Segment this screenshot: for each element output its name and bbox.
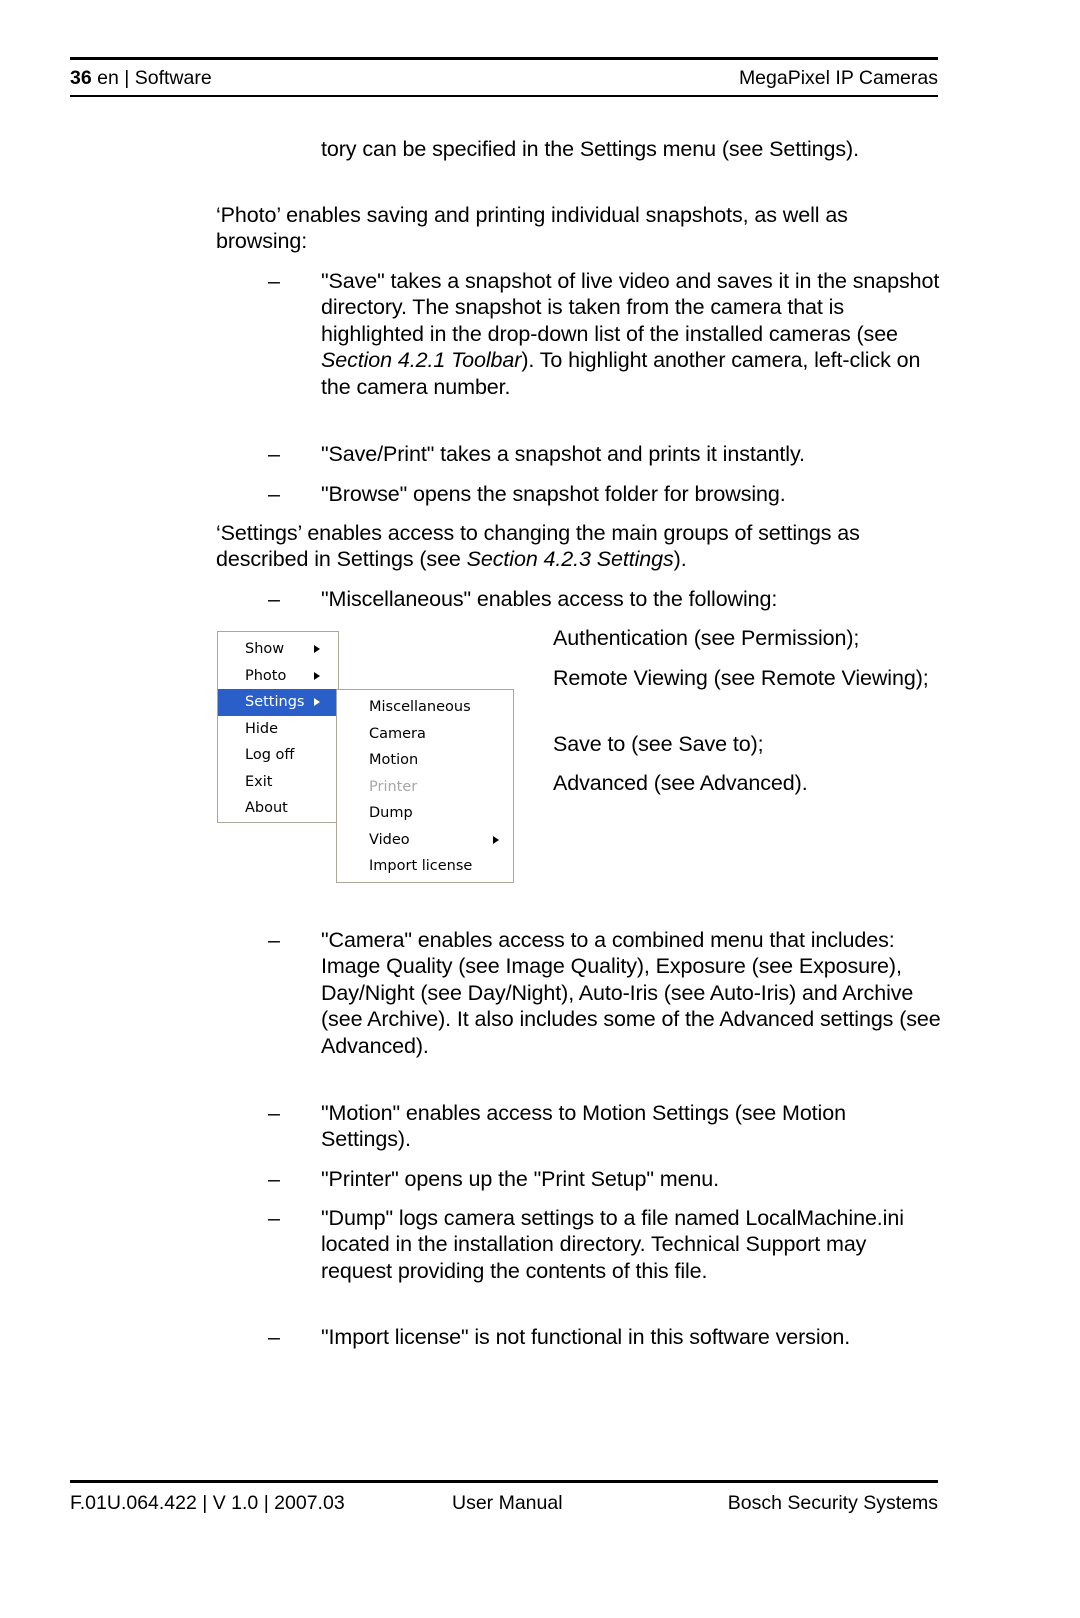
footer-document-id: F.01U.064.422 | V 1.0 | 2007.03 xyxy=(70,1492,345,1514)
text-run: "Save" takes a snapshot of live video an… xyxy=(321,269,940,346)
menu-item-label: Show xyxy=(245,641,285,657)
sublist-save-to: Save to (see Save to); xyxy=(553,732,764,756)
submenu-item-import-license[interactable]: Import license xyxy=(337,853,513,880)
page-number: 36 xyxy=(70,67,92,89)
header-section-label: en | Software xyxy=(91,67,212,89)
list-item-miscellaneous: – "Miscellaneous" enables access to the … xyxy=(268,586,941,612)
menu-item-label: Camera xyxy=(369,725,426,742)
list-item-save-print: – "Save/Print" takes a snapshot and prin… xyxy=(268,441,941,467)
menu-item-label: Printer xyxy=(369,778,418,795)
list-item-text: "Motion" enables access to Motion Settin… xyxy=(321,1101,846,1152)
menu-item-label: Miscellaneous xyxy=(369,699,471,715)
menu-item-label: About xyxy=(245,800,288,816)
document-page: 36 en | Software MegaPixel IP Cameras to… xyxy=(0,0,1080,1618)
menu-item-label: Photo xyxy=(245,667,287,684)
list-dash: – xyxy=(268,587,280,611)
list-dash: – xyxy=(268,1101,280,1125)
list-item-motion: – "Motion" enables access to Motion Sett… xyxy=(268,1100,941,1153)
settings-submenu[interactable]: Miscellaneous Camera Motion Printer Dump… xyxy=(336,689,514,883)
page-header: 36 en | Software MegaPixel IP Cameras xyxy=(70,63,938,93)
submenu-arrow-icon xyxy=(314,645,320,654)
submenu-item-motion[interactable]: Motion xyxy=(337,747,513,774)
submenu-arrow-icon xyxy=(314,671,320,680)
list-item-text: "Dump" logs camera settings to a file na… xyxy=(321,1206,904,1283)
sublist-remote-viewing: Remote Viewing (see Remote Viewing); xyxy=(553,666,929,690)
list-dash: – xyxy=(268,928,280,952)
list-item-dump: – "Dump" logs camera settings to a file … xyxy=(268,1205,941,1284)
header-rule-top xyxy=(70,57,938,60)
list-dash: – xyxy=(268,1167,280,1191)
page-footer: F.01U.064.422 | V 1.0 | 2007.03 User Man… xyxy=(70,1489,938,1517)
submenu-arrow-icon xyxy=(314,698,320,707)
list-dash: – xyxy=(268,442,280,466)
footer-rule xyxy=(70,1480,938,1483)
sublist-authentication: Authentication (see Permission); xyxy=(553,626,860,650)
submenu-item-camera[interactable]: Camera xyxy=(337,721,513,748)
list-dash: – xyxy=(268,1206,280,1230)
list-item-text: "Import license" is not functional in th… xyxy=(321,1325,851,1349)
list-item-printer: – "Printer" opens up the "Print Setup" m… xyxy=(268,1166,941,1192)
header-product-title: MegaPixel IP Cameras xyxy=(738,67,938,89)
list-item-save: – "Save" takes a snapshot of live video … xyxy=(268,268,941,400)
submenu-item-dump[interactable]: Dump xyxy=(337,800,513,827)
list-item-browse: – "Browse" opens the snapshot folder for… xyxy=(268,481,941,507)
menu-item-show[interactable]: Show xyxy=(218,636,338,663)
menu-item-label: Import license xyxy=(369,858,473,874)
list-item-text: "Printer" opens up the "Print Setup" men… xyxy=(321,1167,720,1191)
list-item-text: "Browse" opens the snapshot folder for b… xyxy=(321,482,786,506)
menu-item-label: Video xyxy=(369,831,410,848)
submenu-item-miscellaneous[interactable]: Miscellaneous xyxy=(337,694,513,721)
submenu-arrow-icon xyxy=(493,835,499,844)
menu-item-label: Motion xyxy=(369,752,419,768)
text-run: ). xyxy=(673,547,687,572)
list-item-text: "Save" takes a snapshot of live video an… xyxy=(321,268,941,400)
menu-item-label: Log off xyxy=(245,747,295,763)
list-item-text: "Miscellaneous" enables access to the fo… xyxy=(321,587,778,611)
settings-paragraph: ‘Settings’ enables access to changing th… xyxy=(216,520,940,573)
list-item-text: "Save/Print" takes a snapshot and prints… xyxy=(321,442,805,466)
submenu-item-video[interactable]: Video xyxy=(337,827,513,854)
menu-item-settings[interactable]: Settings xyxy=(218,689,338,716)
list-item-import-license: – "Import license" is not functional in … xyxy=(268,1324,941,1350)
menu-item-exit[interactable]: Exit xyxy=(218,769,338,796)
menu-item-about[interactable]: About xyxy=(218,795,338,822)
footer-doc-type: User Manual xyxy=(452,1492,563,1514)
sublist-advanced: Advanced (see Advanced). xyxy=(553,771,808,795)
list-item-camera: – "Camera" enables access to a combined … xyxy=(268,927,941,1059)
photo-paragraph: ‘Photo’ enables saving and printing indi… xyxy=(216,203,848,254)
menu-item-log-off[interactable]: Log off xyxy=(218,742,338,769)
list-dash: – xyxy=(268,1325,280,1349)
menu-item-photo[interactable]: Photo xyxy=(218,663,338,690)
context-menu-figure: Show Photo Settings Hide Log off Exit Ab… xyxy=(217,631,517,883)
continuation-paragraph: tory can be specified in the Settings me… xyxy=(321,137,859,161)
section-reference: Section 4.2.1 Toolbar xyxy=(321,348,522,373)
menu-item-label: Dump xyxy=(369,805,413,821)
main-context-menu[interactable]: Show Photo Settings Hide Log off Exit Ab… xyxy=(217,631,339,823)
submenu-item-printer: Printer xyxy=(337,774,513,801)
menu-item-label: Exit xyxy=(245,773,273,790)
header-left: 36 en | Software xyxy=(70,63,212,93)
menu-item-label: Hide xyxy=(245,720,279,737)
footer-company: Bosch Security Systems xyxy=(727,1492,938,1514)
menu-item-hide[interactable]: Hide xyxy=(218,716,338,743)
list-dash: – xyxy=(268,269,280,293)
list-item-text: "Camera" enables access to a combined me… xyxy=(321,928,941,1058)
list-dash: – xyxy=(268,482,280,506)
menu-item-label: Settings xyxy=(245,694,305,710)
section-reference: Section 4.2.3 Settings xyxy=(466,547,674,572)
header-rule-bottom xyxy=(70,95,938,97)
